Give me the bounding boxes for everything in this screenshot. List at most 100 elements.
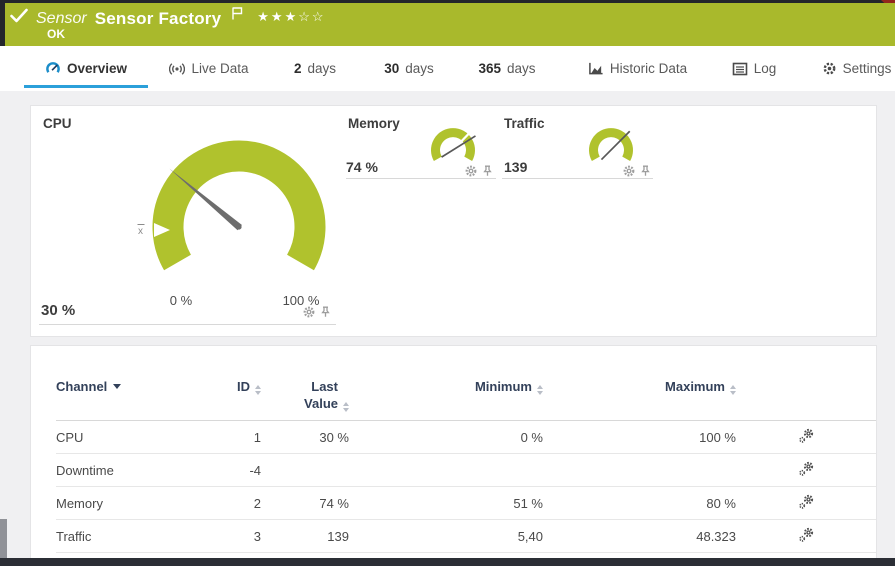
tab-settings[interactable]: Settings: [818, 48, 895, 89]
header-id[interactable]: ID: [206, 374, 261, 421]
cell-min: 51 %: [513, 495, 543, 511]
cell-channel[interactable]: Memory: [56, 487, 206, 520]
tab-overview[interactable]: Overview: [24, 48, 148, 89]
sort-icon[interactable]: [730, 385, 736, 395]
traffic-gauge-title: Traffic: [504, 116, 545, 131]
table-row-cpu[interactable]: CPU 1 30 % 0 % 100 %: [56, 421, 876, 454]
header-maximum[interactable]: Maximum: [543, 374, 736, 421]
sort-icon[interactable]: [537, 385, 543, 395]
traffic-gear-icon[interactable]: [623, 164, 635, 182]
cpu-gear-icon[interactable]: [303, 305, 315, 323]
cell-id: -4: [249, 462, 261, 478]
channel-settings-icon[interactable]: [798, 527, 814, 546]
cell-max: 48.323: [696, 528, 736, 544]
gauge-icon: [46, 62, 60, 73]
sensor-status-header: Sensor Sensor Factory ★★★☆☆ OK: [0, 3, 895, 46]
broadcast-icon: [169, 62, 186, 75]
memory-pin-icon[interactable]: [482, 164, 493, 182]
tab-label: Historic Data: [609, 61, 688, 76]
cell-channel[interactable]: Downtime: [56, 454, 206, 487]
stars-empty[interactable]: ☆☆: [298, 9, 325, 24]
cell-last: 74 %: [319, 495, 349, 511]
channels-table: Channel ID Last Value Minimum Maximum CP…: [56, 374, 876, 553]
tab-label: days: [507, 61, 536, 76]
cell-id: 1: [253, 429, 261, 445]
channel-settings-icon[interactable]: [798, 428, 814, 447]
tab-365-days[interactable]: 365 days: [468, 48, 546, 89]
cell-actions: [736, 454, 876, 487]
cell-max: [543, 454, 736, 487]
sort-icon[interactable]: [255, 385, 261, 395]
cpu-scale-min: 0 %: [169, 293, 193, 308]
tab-label: Overview: [66, 61, 128, 76]
cell-max: 80 %: [706, 495, 736, 511]
cell-id: 3: [253, 528, 261, 544]
cell-channel[interactable]: Traffic: [56, 520, 206, 553]
prtg-sensor-page: Sensor Sensor Factory ★★★☆☆ OK Overview …: [0, 0, 895, 566]
tab-label: Settings: [842, 61, 892, 76]
traffic-value: 139: [504, 159, 528, 175]
cell-actions: [736, 520, 876, 553]
channel-settings-icon[interactable]: [798, 494, 814, 513]
tab-number: 30: [384, 61, 400, 76]
memory-gauge-title: Memory: [348, 116, 400, 131]
cell-channel[interactable]: CPU: [56, 421, 206, 454]
window-left-lower-edge: [0, 519, 7, 558]
log-icon: [732, 62, 748, 75]
tab-number: 365: [478, 61, 501, 76]
cpu-average-label: x: [138, 226, 143, 237]
table-row-memory[interactable]: Memory 2 74 % 51 % 80 %: [56, 487, 876, 520]
tab-historic-data[interactable]: Historic Data: [580, 48, 695, 89]
cpu-gauge[interactable]: x: [134, 112, 344, 296]
window-bottom-edge: [0, 558, 895, 566]
gauges-panel: CPU x 0 % 100 % 30 % Memory 74 % Traffic…: [30, 105, 877, 337]
header-last-value[interactable]: Last Value: [261, 374, 349, 421]
cell-last: 139: [327, 528, 349, 544]
tab-bar: Overview Live Data 2 days 30 days 365 da…: [0, 46, 895, 91]
chart-icon: [589, 62, 603, 75]
tab-label: Log: [753, 61, 777, 76]
window-left-edge: [0, 0, 5, 46]
traffic-widget-divider: [502, 178, 653, 179]
memory-value: 74 %: [346, 159, 378, 175]
tab-30-days[interactable]: 30 days: [375, 48, 443, 89]
cell-min: [349, 454, 543, 487]
page-title: Sensor Factory: [94, 8, 222, 28]
tab-label: days: [405, 61, 434, 76]
cpu-pin-icon[interactable]: [320, 305, 331, 323]
flag-icon[interactable]: [231, 6, 243, 25]
header-minimum[interactable]: Minimum: [349, 374, 543, 421]
sort-desc-icon: [113, 384, 122, 389]
cell-id: 2: [253, 495, 261, 511]
cell-min: 0 %: [520, 429, 543, 445]
cell-last: 30 %: [319, 429, 349, 445]
memory-widget-divider: [346, 178, 496, 179]
tab-2-days[interactable]: 2 days: [285, 48, 345, 89]
object-kind-label: Sensor: [36, 9, 87, 27]
cpu-widget-divider: [39, 324, 336, 325]
tab-log[interactable]: Log: [726, 48, 782, 89]
priority-stars[interactable]: ★★★☆☆: [257, 9, 325, 25]
stars-filled[interactable]: ★★★: [257, 9, 298, 24]
tab-label: Live Data: [191, 61, 249, 76]
header-actions: [736, 374, 876, 421]
channel-settings-icon[interactable]: [798, 461, 814, 480]
channels-panel: Channel ID Last Value Minimum Maximum CP…: [30, 345, 877, 559]
memory-gear-icon[interactable]: [465, 164, 477, 182]
sort-icon[interactable]: [343, 402, 349, 412]
cell-min: 5,40: [517, 528, 543, 544]
table-row-traffic[interactable]: Traffic 3 139 5,40 48.323: [56, 520, 876, 553]
traffic-pin-icon[interactable]: [640, 164, 651, 182]
cell-actions: [736, 421, 876, 454]
tab-number: 2: [293, 61, 302, 76]
cpu-gauge-title: CPU: [43, 116, 72, 131]
header-channel[interactable]: Channel: [56, 374, 206, 421]
ok-check-icon: [10, 8, 28, 29]
gear-icon: [823, 62, 836, 75]
cell-actions: [736, 487, 876, 520]
table-row-downtime[interactable]: Downtime -4: [56, 454, 876, 487]
tab-label: days: [307, 61, 337, 76]
tab-live-data[interactable]: Live Data: [163, 48, 255, 89]
cell-max: 100 %: [699, 429, 736, 445]
cell-last: [261, 454, 349, 487]
